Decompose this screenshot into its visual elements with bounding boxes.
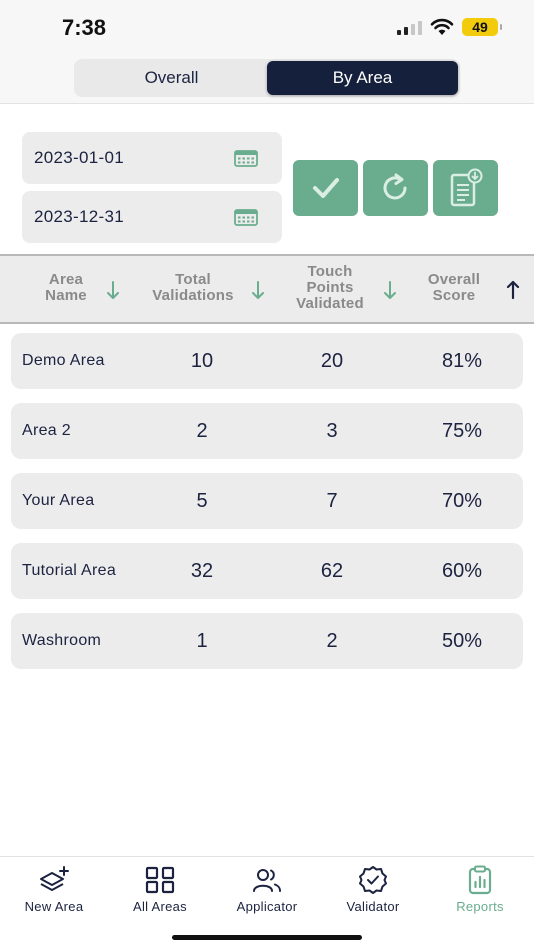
- end-date-value: 2023-12-31: [34, 207, 124, 226]
- overall-score-cell: 70%: [441, 489, 483, 512]
- apply-button[interactable]: [293, 160, 358, 216]
- layers-plus-icon: [40, 866, 69, 891]
- cellular-signal-icon: [397, 19, 422, 35]
- reset-button[interactable]: [363, 160, 428, 216]
- checkmark-icon: [312, 178, 339, 198]
- tab-all-areas[interactable]: All Areas: [110, 865, 210, 914]
- sort-down-arrow-icon[interactable]: [106, 280, 120, 300]
- refresh-icon: [383, 173, 406, 200]
- table-row[interactable]: Area 2 2 3 75%: [11, 403, 523, 459]
- table-header: Area Name Total Validations Touch Points…: [0, 254, 534, 324]
- tab-applicator-label: Applicator: [236, 899, 298, 914]
- overall-segment[interactable]: Overall: [76, 61, 267, 95]
- total-validations-cell: 2: [196, 419, 208, 442]
- view-segmented-control: Overall By Area: [74, 59, 460, 97]
- overall-score-cell: 81%: [441, 349, 483, 372]
- header: Overall By Area: [0, 56, 534, 104]
- clipboard-chart-icon: [468, 865, 492, 895]
- wifi-icon: [430, 18, 454, 35]
- overall-score-cell: 50%: [441, 629, 483, 652]
- grid-icon: [145, 866, 175, 894]
- home-indicator: [172, 935, 362, 940]
- area-name-cell: Demo Area: [22, 352, 105, 369]
- sort-down-arrow-icon[interactable]: [383, 280, 397, 300]
- overall-score-cell: 60%: [441, 559, 483, 582]
- users-icon: [253, 869, 281, 892]
- tab-validator-label: Validator: [346, 899, 400, 914]
- touch-points-cell: 7: [326, 489, 338, 512]
- tab-new-area-label: New Area: [24, 899, 84, 914]
- touch-points-cell: 20: [320, 349, 344, 372]
- tab-validator[interactable]: Validator: [323, 865, 423, 914]
- touch-points-cell: 3: [326, 419, 338, 442]
- tab-new-area[interactable]: New Area: [4, 865, 104, 914]
- calendar-icon[interactable]: [234, 149, 258, 167]
- touch-points-header[interactable]: Touch Points Validated: [292, 264, 368, 312]
- table-row[interactable]: Tutorial Area 32 62 60%: [11, 543, 523, 599]
- area-name-cell: Tutorial Area: [22, 562, 117, 579]
- badge-check-icon: [359, 866, 387, 894]
- table-row[interactable]: Your Area 5 7 70%: [11, 473, 523, 529]
- end-date-field[interactable]: 2023-12-31: [22, 191, 282, 243]
- tab-reports-label: Reports: [456, 899, 504, 914]
- status-icons: 49: [397, 18, 502, 36]
- total-validations-cell: 32: [190, 559, 214, 582]
- table-row[interactable]: Demo Area 10 20 81%: [11, 333, 523, 389]
- table-row[interactable]: Washroom 1 2 50%: [11, 613, 523, 669]
- overall-score-cell: 75%: [441, 419, 483, 442]
- total-validations-cell: 1: [196, 629, 208, 652]
- total-validations-cell: 10: [190, 349, 214, 372]
- status-bar: 7:38 49: [0, 0, 534, 56]
- sort-up-arrow-icon[interactable]: [506, 280, 520, 300]
- area-name-cell: Washroom: [22, 632, 102, 649]
- start-date-field[interactable]: 2023-01-01: [22, 132, 282, 184]
- by-area-segment[interactable]: By Area: [267, 61, 458, 95]
- overall-score-header[interactable]: Overall Score: [418, 272, 490, 304]
- sort-down-arrow-icon[interactable]: [251, 280, 265, 300]
- start-date-value: 2023-01-01: [34, 148, 124, 167]
- total-validations-header[interactable]: Total Validations: [140, 272, 246, 304]
- status-time: 7:38: [62, 15, 107, 40]
- total-validations-cell: 5: [196, 489, 208, 512]
- document-download-icon: [450, 168, 482, 207]
- export-button[interactable]: [433, 160, 498, 216]
- area-name-header[interactable]: Area Name: [30, 272, 102, 304]
- battery-indicator: 49: [462, 18, 502, 36]
- area-name-cell: Your Area: [22, 492, 95, 509]
- touch-points-cell: 62: [320, 559, 344, 582]
- tab-applicator[interactable]: Applicator: [217, 865, 317, 914]
- tab-reports[interactable]: Reports: [430, 865, 530, 914]
- touch-points-cell: 2: [326, 629, 338, 652]
- tab-all-areas-label: All Areas: [132, 899, 187, 914]
- calendar-icon[interactable]: [234, 208, 258, 226]
- area-name-cell: Area 2: [22, 422, 71, 439]
